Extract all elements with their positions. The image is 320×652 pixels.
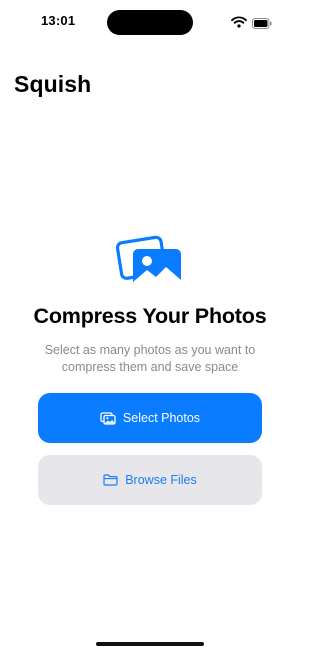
headline: Compress Your Photos (33, 304, 267, 328)
app-title: Squish (14, 71, 92, 97)
select-photos-button[interactable]: Select Photos (38, 393, 262, 443)
dynamic-island (107, 10, 193, 35)
browse-files-button[interactable]: Browse Files (38, 455, 262, 505)
photos-icon (115, 232, 185, 290)
browse-files-label: Browse Files (125, 473, 197, 487)
wifi-icon (231, 15, 247, 33)
select-photos-label: Select Photos (122, 411, 201, 425)
battery-icon (252, 16, 272, 34)
home-indicator[interactable] (96, 642, 204, 646)
status-time: 13:01 (41, 13, 76, 28)
folder-icon (103, 474, 118, 486)
status-bar: 13:01 (0, 0, 300, 44)
photo-stack-icon (100, 411, 116, 425)
subtitle: Select as many photos as you want to com… (44, 343, 256, 374)
